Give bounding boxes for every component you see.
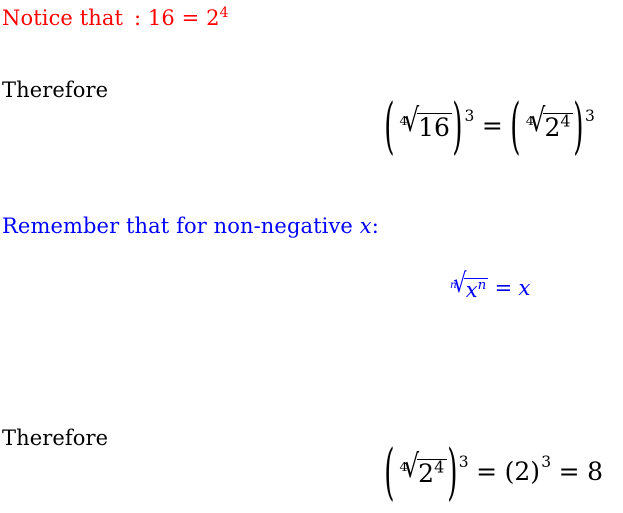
eq3-relation-1: = [476,457,498,487]
eq1-left-radical: 4 √ 16 [395,104,453,141]
notice-prefix: Notice that [2,6,124,30]
eq3-left-open-paren: ( [384,436,395,508]
eq2-radicand-base: x [465,277,478,302]
eq2-radical-index: n [449,278,457,291]
equation-2: n √ xn = x [446,270,531,302]
eq3-left-radical-index: 4 [399,459,408,474]
eq1-left-radicand: 16 [416,112,453,141]
eq1-right-power: 3 [585,106,595,125]
equation-3: ( 4 √ 24 ) 3 = (2) 3 = 8 [384,441,603,502]
eq2-result: x [518,276,531,301]
eq1-right-open-paren: ( [510,90,521,162]
eq3-result: 8 [587,457,603,487]
therefore-label-1: Therefore [2,78,109,102]
eq3-relation-2: = [558,457,580,487]
remember-colon: : [371,214,379,238]
eq2-radicand: xn [464,277,489,302]
eq2-relation: = [494,276,513,301]
eq3-middle-power: 3 [541,452,552,471]
eq1-right-radical: 4 √ 24 [521,104,574,143]
equation-1: ( 4 √ 16 ) 3 = ( 4 √ 24 ) 3 [384,95,595,156]
eq2-radical: n √ xn [446,270,489,302]
therefore-label-2: Therefore [2,426,109,450]
remember-line: Remember that for non-negative x: [2,216,379,237]
notice-line: Notice that : 16 = 24 [2,5,229,30]
eq1-right-radical-index: 4 [525,113,534,128]
eq3-left-radicand-base: 2 [418,459,435,489]
eq1-left-close-paren: ) [452,90,463,162]
eq2-radicand-exponent: n [477,277,487,293]
eq1-left-open-paren: ( [384,90,395,162]
eq3-middle-close-paren: ) [530,457,541,487]
notice-base: 2 [206,6,220,30]
eq1-right-close-paren: ) [573,90,584,162]
eq3-left-radical: 4 √ 24 [395,450,447,489]
eq3-left-close-paren: ) [447,436,458,508]
remember-text: Remember that for non-negative [2,214,353,238]
eq3-left-radicand-exponent: 4 [434,457,445,477]
eq1-left-radical-index: 4 [399,113,408,128]
eq1-right-radicand-exponent: 4 [560,111,571,131]
eq3-left-power: 3 [458,452,469,471]
notice-colon: : [133,6,142,30]
eq3-middle-open-paren: ( [504,457,515,487]
notice-value-left: 16 [147,6,175,30]
eq1-left-power: 3 [464,106,475,125]
notice-exponent: 4 [219,5,229,21]
eq3-middle-value: 2 [514,457,531,487]
remember-variable: x [359,214,372,238]
eq1-relation: = [481,111,503,141]
eq1-right-radicand-base: 2 [544,113,561,143]
eq3-left-radicand: 24 [416,457,447,489]
notice-equals: = [181,6,200,30]
eq1-right-radicand: 24 [542,111,574,143]
